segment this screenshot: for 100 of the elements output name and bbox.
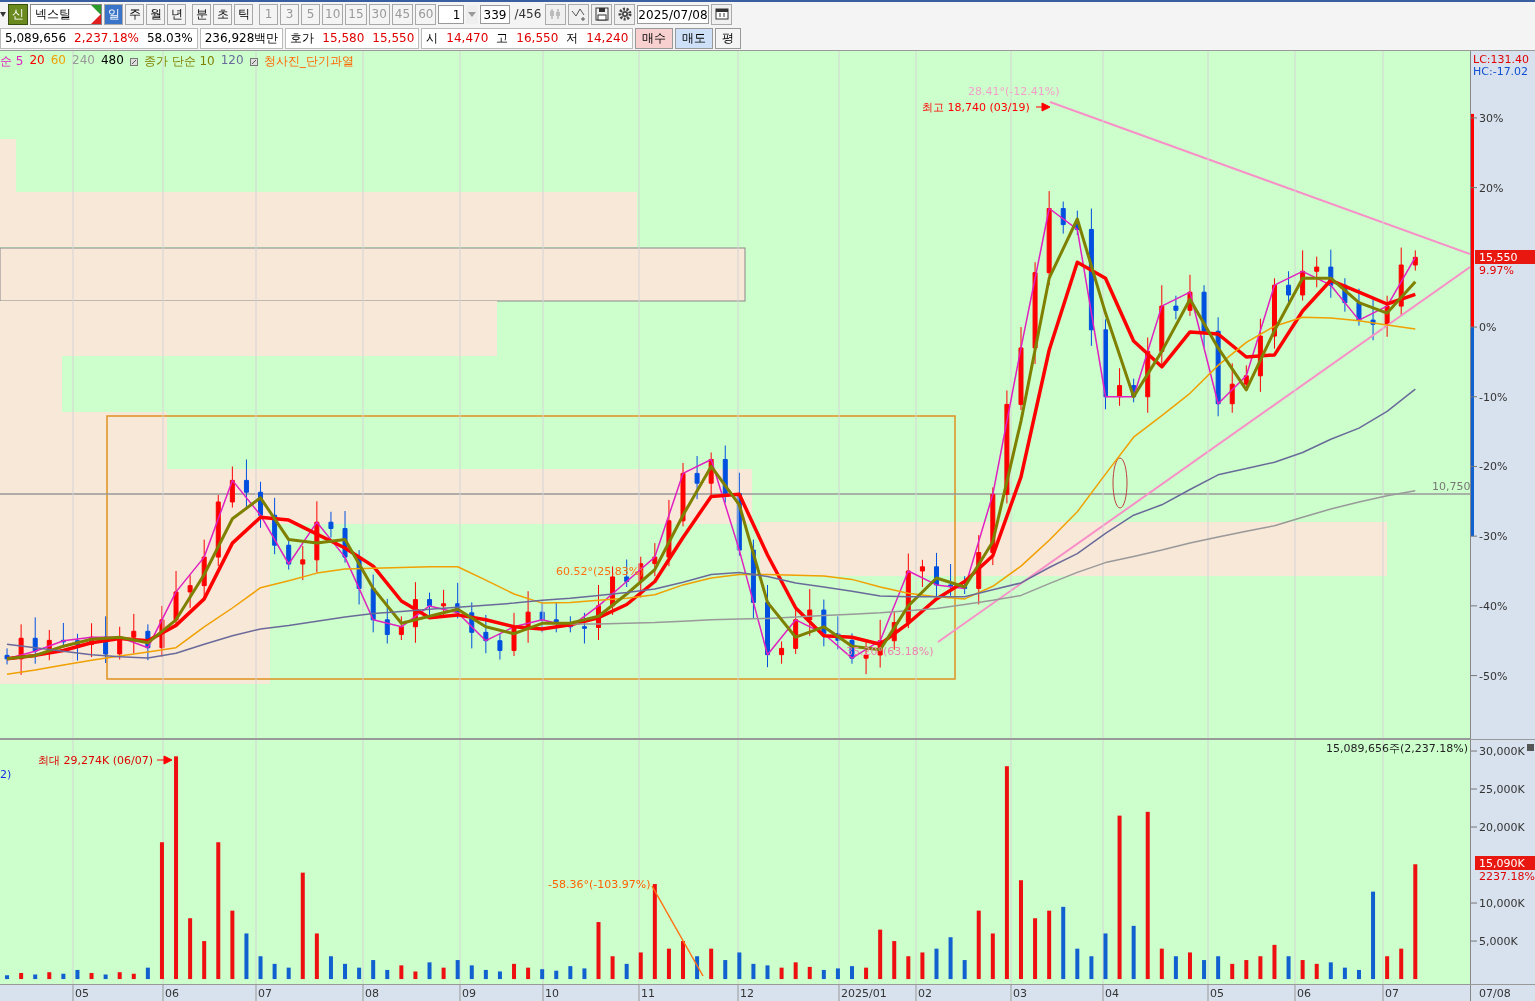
axis-tick-label: -30% — [1479, 530, 1508, 544]
volume-bar — [202, 941, 207, 980]
date-tick-label: 02 — [918, 987, 932, 1000]
volume-bar — [1230, 963, 1235, 980]
date-tick-label: 07 — [1385, 987, 1399, 1000]
volume-bar — [920, 952, 925, 980]
volume-bar — [371, 960, 376, 980]
volume-bar — [976, 910, 981, 980]
volume-bar — [5, 975, 10, 980]
volume-bar — [512, 963, 516, 980]
volume-bar — [1103, 933, 1108, 980]
period-tab[interactable]: 월 — [146, 3, 165, 25]
legend-item[interactable]: 순 5 — [0, 53, 24, 70]
volume-bar — [230, 910, 235, 980]
save-icon[interactable] — [591, 3, 613, 25]
volume-bar — [906, 956, 911, 980]
date-tick-label: 05 — [75, 987, 89, 1000]
volume-bar — [624, 963, 629, 980]
period-tab[interactable]: 일 — [104, 3, 123, 25]
calendar-icon[interactable] — [711, 3, 733, 25]
legend-item[interactable]: 240 — [72, 53, 95, 70]
price-label: 시 — [425, 29, 440, 47]
end-date-label: 07/08 — [1479, 987, 1511, 1000]
dropdown-caret-icon[interactable] — [0, 10, 6, 18]
volume-bar — [962, 960, 967, 980]
volume-bar — [1075, 948, 1080, 980]
axis-tick-label: 25,000K — [1479, 783, 1525, 797]
axis-tick-label: -50% — [1479, 669, 1508, 683]
volume-bar — [1216, 956, 1221, 980]
sell-button[interactable]: 매도 — [675, 27, 714, 49]
unit-tab[interactable]: 분 — [192, 3, 211, 25]
volume-bar — [1356, 969, 1361, 980]
settings-icon[interactable] — [614, 3, 636, 25]
volume-bar — [1399, 948, 1404, 980]
corner-flag-icon — [89, 4, 101, 24]
candle-icon[interactable] — [545, 3, 567, 25]
date-field[interactable]: 2025/07/08 — [637, 4, 710, 24]
axis-tick-label: 20,000K — [1479, 821, 1525, 835]
price-value: 14,240 — [585, 31, 630, 45]
ask-price: 15,580 — [321, 31, 366, 45]
legend-tail: 2) — [0, 768, 12, 781]
volume-bar — [469, 965, 474, 980]
axis-tick-label: -10% — [1479, 390, 1508, 404]
volume-bar — [1244, 960, 1249, 980]
volume-bar — [1047, 910, 1052, 980]
stock-field[interactable]: 넥스틸 — [30, 3, 102, 25]
volume-bar — [272, 963, 277, 980]
volume-bar — [1131, 925, 1136, 980]
volume-bar — [892, 941, 897, 980]
turnover-rate: 58.03% — [145, 31, 194, 45]
axis-tick-label: -40% — [1479, 599, 1508, 613]
arrow-icon — [156, 755, 173, 765]
period-tab[interactable]: 주 — [125, 3, 144, 25]
legend-item[interactable]: 청사진_단기과열 — [263, 53, 354, 70]
volume-bar — [1089, 956, 1094, 980]
total-count: /456 — [513, 7, 543, 21]
date-tick-label: 09 — [462, 987, 476, 1000]
spin-field[interactable]: 1 — [438, 4, 465, 24]
volume-value: 5,089,656 — [4, 31, 68, 45]
volume-bar — [455, 960, 460, 980]
volume-bar — [1286, 956, 1291, 980]
legend-item[interactable]: 480 — [100, 53, 124, 70]
volume-bar — [61, 973, 66, 980]
legend-item[interactable]: 20 — [29, 53, 45, 70]
line-add-icon[interactable] — [568, 3, 590, 25]
period-tab[interactable]: 년 — [167, 3, 186, 25]
date-tick-label: 04 — [1105, 987, 1119, 1000]
date-tick-label: 05 — [1210, 987, 1224, 1000]
price-label: 고 — [495, 29, 510, 47]
volume-bar — [103, 974, 108, 980]
unit-tab[interactable]: 틱 — [234, 3, 253, 25]
volume-bar — [835, 968, 840, 980]
angle-label: -58.36°(-103.97%) — [548, 878, 651, 891]
balance-button[interactable]: 평 — [715, 27, 742, 49]
volume-bar — [145, 967, 150, 980]
level-line[interactable] — [0, 493, 1470, 495]
buy-button[interactable]: 매수 — [635, 27, 674, 49]
volume-bar — [343, 963, 347, 980]
ratio-label: 2237.18% — [1479, 870, 1535, 883]
date-tick-label: 10 — [545, 987, 559, 1000]
volume-bar — [1202, 960, 1207, 980]
trend-line[interactable] — [937, 266, 1470, 643]
legend-item[interactable]: 종가 단순 10 — [143, 53, 215, 70]
volume-bar — [188, 918, 193, 980]
volume-bar — [821, 969, 826, 980]
volume-badge: 15,090K — [1475, 856, 1535, 870]
volume-bar — [779, 967, 784, 980]
axis-tick-label: -20% — [1479, 460, 1508, 474]
unit-tab[interactable]: 초 — [213, 3, 232, 25]
axis-tick-label: 5,000K — [1479, 935, 1518, 949]
trade-amount: 236,928백만 — [203, 29, 280, 47]
legend-marker-icon — [129, 57, 138, 66]
legend-item[interactable]: 120 — [220, 53, 244, 70]
volume-bar — [441, 967, 446, 980]
count-field[interactable]: 339 — [480, 4, 511, 24]
volume-bar — [1173, 956, 1178, 980]
volume-bar — [258, 956, 263, 980]
range-box[interactable] — [106, 415, 956, 680]
volume-bar — [681, 941, 685, 980]
volume-bar — [638, 952, 643, 980]
